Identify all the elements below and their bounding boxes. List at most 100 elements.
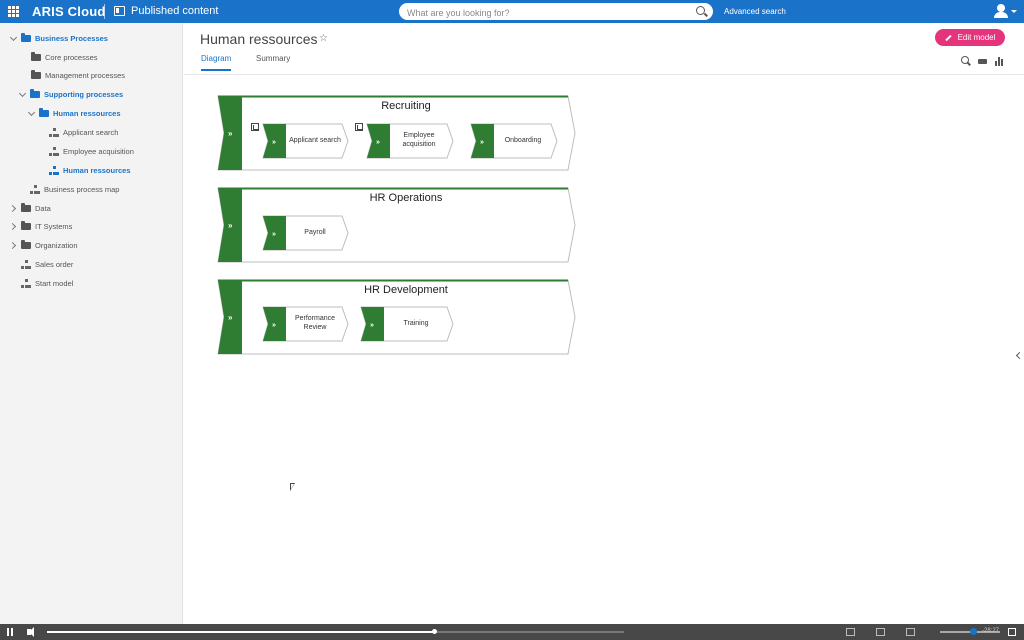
model-icon [21,259,31,269]
expand-panel-chevron-icon[interactable] [1014,350,1022,362]
video-time: -28:27 [982,628,1000,634]
fit-to-window-icon[interactable] [876,628,885,636]
assignment-icon[interactable] [355,123,363,131]
tree-item-label: Employee acquisition [63,146,134,156]
svg-text:»: » [376,139,380,146]
mouse-cursor-icon [290,483,295,491]
svg-text:»: » [272,322,276,329]
tree-item-employee-acquisition[interactable]: Employee acquisition [49,143,134,159]
published-content-icon [114,6,125,16]
report-chart-icon[interactable] [994,56,1004,66]
navigation-sidebar: Business Processes Core processes Manage… [0,23,183,624]
tree-item-data[interactable]: Data [10,200,51,216]
tree-item-human-ressources-model[interactable]: Human ressources [49,162,131,178]
model-icon [30,184,40,194]
video-progress-fill [47,631,434,633]
edit-model-button[interactable]: Edit model [935,29,1005,46]
app-launcher-icon[interactable] [8,6,19,17]
tree-item-label: Applicant search [63,127,119,137]
model-icon [49,165,59,175]
svg-text:»: » [272,231,276,238]
search-input[interactable] [399,4,679,22]
folder-icon [21,202,31,212]
content-header: Human ressources ☆ Diagram Summary Edit … [184,23,1024,75]
tree-item-label: Human ressources [53,108,121,118]
svg-text:»: » [228,129,233,138]
video-progress-knob[interactable] [431,629,437,634]
page-title: Human ressources [200,31,318,47]
lane-title: Recruiting [381,100,431,112]
folder-icon [21,32,31,42]
favorite-star-icon[interactable]: ☆ [319,33,328,44]
svg-text:»: » [370,322,374,329]
search-box[interactable] [399,3,713,22]
tree-item-human-ressources-folder[interactable]: Human ressources [28,105,121,121]
video-progress-bar[interactable] [47,629,624,634]
expand-icon[interactable] [906,628,915,636]
tab-diagram[interactable]: Diagram [201,54,232,71]
folder-icon [39,107,49,117]
tree-item-label: Supporting processes [44,89,124,99]
tree-item-organization[interactable]: Organization [10,237,78,253]
svg-text:»: » [228,313,233,322]
tree-item-label: Human ressources [63,165,131,175]
search-icon[interactable] [696,6,705,15]
volume-icon[interactable] [27,627,34,637]
print-icon[interactable] [978,56,988,67]
brand-divider [104,4,105,19]
tree-item-label: Start model [35,278,74,288]
chevron-right-icon[interactable] [10,222,18,230]
tree-item-label: Business process map [44,184,120,194]
tree-item-label: Sales order [35,259,74,269]
tree-item-supporting-processes[interactable]: Supporting processes [19,86,123,102]
diagram-canvas[interactable]: » » » » » » » » » Recruiting HR Operatio… [184,76,1014,616]
tree-item-business-process-map[interactable]: Business process map [30,181,119,197]
tree-item-business-processes[interactable]: Business Processes [10,30,108,46]
model-icon [21,278,31,288]
process-label: Applicant search [289,136,341,144]
chevron-right-icon[interactable] [10,241,18,249]
folder-icon [21,220,31,230]
tree-item-label: Core processes [45,52,98,62]
process-label: Payroll [304,228,326,236]
folder-icon [31,69,41,79]
process-label: Onboarding [504,136,542,144]
folder-icon [21,239,31,249]
chevron-down-icon[interactable] [19,90,27,98]
chevron-down-icon[interactable] [10,34,18,42]
folder-icon [31,51,41,61]
zoom-slider-knob[interactable] [970,628,977,635]
lane-title: HR Development [364,284,448,296]
tree-item-it-systems[interactable]: IT Systems [10,218,72,234]
advanced-search-link[interactable]: Advanced search [724,7,786,16]
folder-icon [30,88,40,98]
model-icon [49,127,59,137]
tree-item-label: Management processes [45,70,126,80]
pencil-icon [944,34,952,41]
tree-item-applicant-search[interactable]: Applicant search [49,124,118,140]
process-label: Employee acquisition [402,132,436,148]
tree-item-label: IT Systems [35,221,73,231]
published-content-label[interactable]: Published content [131,5,218,17]
chevron-down-icon[interactable] [1011,10,1017,13]
tab-summary[interactable]: Summary [256,54,290,71]
tree-item-sales-order[interactable]: Sales order [21,256,73,272]
tree-item-management-processes[interactable]: Management processes [31,67,125,83]
chevron-right-icon[interactable] [10,204,18,212]
chevron-down-icon[interactable] [28,109,36,117]
fullscreen-icon[interactable] [1008,628,1016,636]
tree-item-label: Organization [35,240,78,250]
tree-item-start-model[interactable]: Start model [21,275,73,291]
svg-text:»: » [272,139,276,146]
svg-text:»: » [480,139,484,146]
tree-item-core-processes[interactable]: Core processes [31,49,98,65]
pause-icon[interactable] [7,628,14,636]
user-icon[interactable] [994,4,1008,18]
tree-item-label: Data [35,203,51,213]
assignment-icon[interactable] [251,123,259,131]
brand-logo[interactable]: ARIS Cloud [32,4,106,19]
process-label: Performance Review [294,315,336,331]
top-bar: ARIS Cloud Published content Advanced se… [0,0,1024,23]
page-icon[interactable] [846,628,855,636]
zoom-icon[interactable] [961,56,971,66]
